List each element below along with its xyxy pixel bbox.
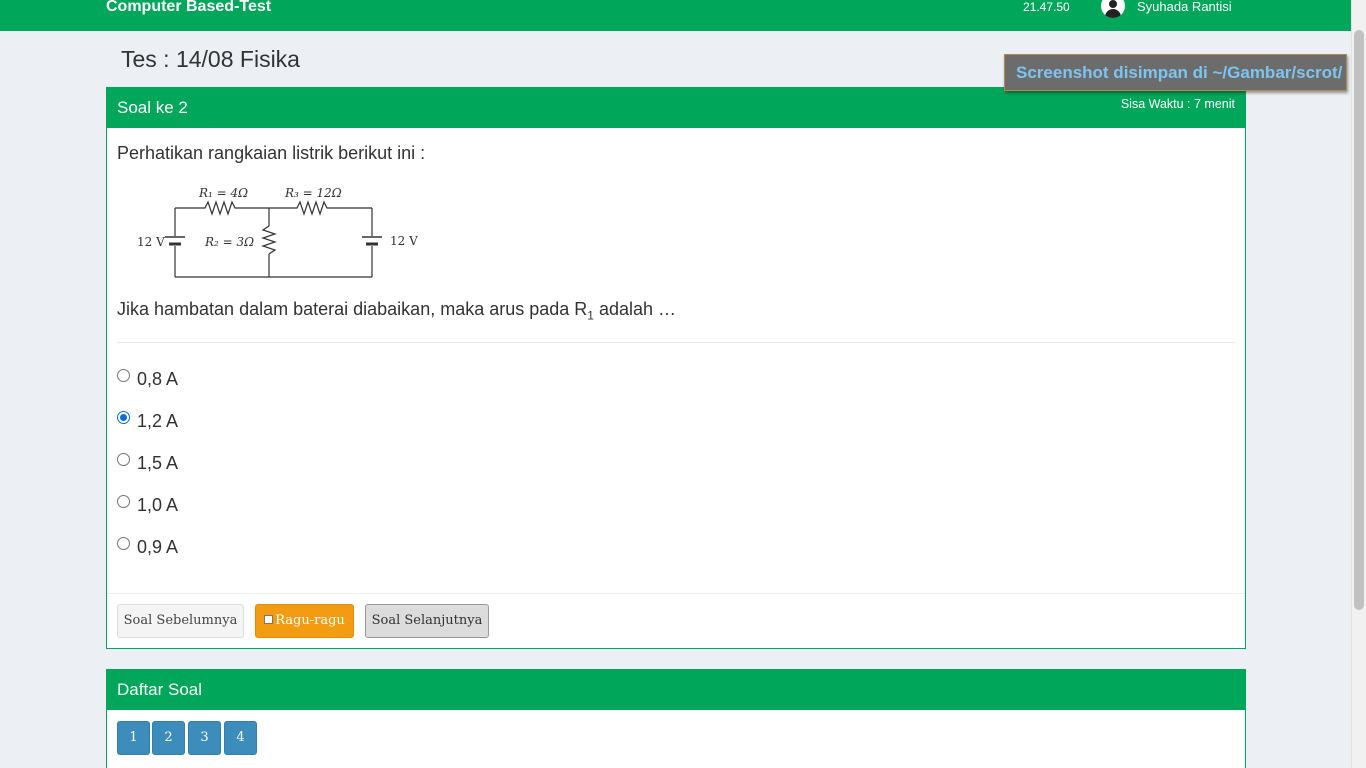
divider xyxy=(117,342,1235,343)
battery-right xyxy=(362,236,382,246)
label-r1: R₁ = 4Ω xyxy=(198,186,248,200)
page-scrollbar[interactable] xyxy=(1351,0,1366,768)
answer-radio[interactable] xyxy=(117,495,130,508)
user-avatar-icon[interactable] xyxy=(1101,0,1125,18)
scrollbar-thumb[interactable] xyxy=(1354,30,1364,610)
page-title: Tes : 14/08 Fisika xyxy=(121,46,300,72)
answer-label[interactable]: 1,2 A xyxy=(137,409,178,433)
answer-radio[interactable] xyxy=(117,453,130,466)
circuit-diagram: R₁ = 4Ω R₃ = 12Ω R₂ = 3Ω 12 V 12 V xyxy=(137,186,418,278)
question-number-button[interactable]: 4 xyxy=(224,721,257,755)
user-name[interactable]: Syuhada Rantisi xyxy=(1137,0,1232,15)
top-navbar: Computer Based-Test 21.47.50 Syuhada Ran… xyxy=(0,0,1351,31)
question-list-panel: Daftar Soal 1 2 3 4 xyxy=(106,669,1246,768)
question-panel: Soal ke 2 Sisa Waktu : 7 menit Perhatika… xyxy=(106,87,1246,649)
doubt-button-label[interactable]: Ragu-ragu xyxy=(275,613,345,628)
question-text-end: adalah … xyxy=(593,299,677,319)
question-list-header: Daftar Soal xyxy=(107,670,1245,710)
answer-radio[interactable] xyxy=(117,369,130,382)
doubt-checkbox[interactable] xyxy=(264,615,274,624)
answer-label[interactable]: 1,5 A xyxy=(137,451,178,475)
question-number-button[interactable]: 2 xyxy=(152,721,185,755)
question-text-main: Jika hambatan dalam baterai diabaikan, m… xyxy=(117,299,588,319)
answer-radio[interactable] xyxy=(117,537,130,550)
label-r3: R₃ = 12Ω xyxy=(284,186,342,200)
resistor-r3 xyxy=(269,200,372,216)
label-battery-right: 12 V xyxy=(390,234,418,248)
resistor-r1 xyxy=(175,200,269,216)
battery-left xyxy=(165,236,185,246)
label-battery-left: 12 V xyxy=(137,235,165,249)
answer-label[interactable]: 0,8 A xyxy=(137,367,178,391)
question-number-button[interactable]: 3 xyxy=(188,721,221,755)
doubt-button[interactable]: Ragu-ragu xyxy=(255,604,354,638)
app-brand[interactable]: Computer Based-Test xyxy=(106,0,271,17)
resistor-r2 xyxy=(261,225,277,255)
answer-label[interactable]: 1,0 A xyxy=(137,493,178,517)
question-text-subscript: 1 xyxy=(587,308,594,323)
previous-question-button[interactable]: Soal Sebelumnya xyxy=(117,604,244,638)
label-r2: R₂ = 3Ω xyxy=(204,235,254,249)
panel-footer-divider xyxy=(107,593,1245,594)
next-question-button[interactable]: Soal Selanjutnya xyxy=(365,604,489,638)
question-number-button[interactable]: 1 xyxy=(117,721,150,755)
answer-radio-selected[interactable] xyxy=(117,411,130,424)
remaining-time: Sisa Waktu : 7 menit xyxy=(1120,97,1235,111)
question-panel-header: Soal ke 2 Sisa Waktu : 7 menit xyxy=(107,88,1245,128)
question-text: Jika hambatan dalam baterai diabaikan, m… xyxy=(117,298,676,327)
question-intro: Perhatikan rangkaian listrik berikut ini… xyxy=(117,143,426,163)
clock: 21.47.50 xyxy=(1023,0,1070,14)
question-list-title: Daftar Soal xyxy=(117,680,203,699)
question-number: Soal ke 2 xyxy=(117,98,188,117)
screenshot-notification: Screenshot disimpan di ~/Gambar/scrot/ xyxy=(1004,54,1347,91)
answer-label[interactable]: 0,9 A xyxy=(137,535,178,559)
